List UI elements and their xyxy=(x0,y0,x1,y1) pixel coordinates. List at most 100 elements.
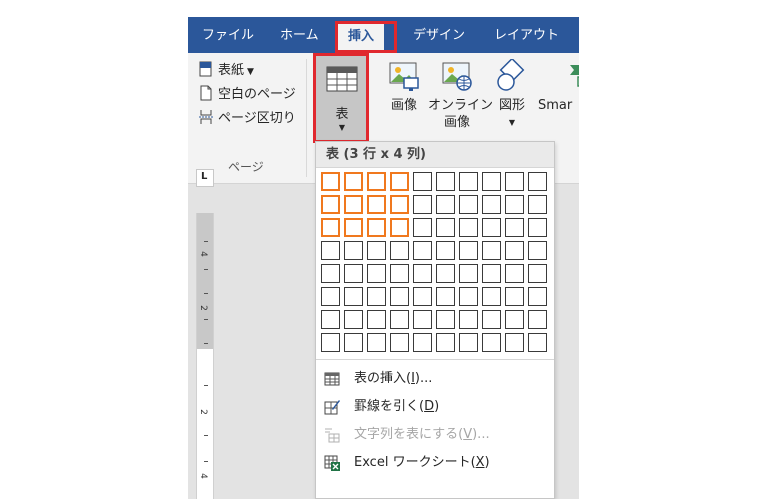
page-break-button[interactable]: ページ区切り xyxy=(198,109,296,129)
table-grid-cell[interactable] xyxy=(505,241,524,260)
table-grid-cell[interactable] xyxy=(413,195,432,214)
table-grid-cell[interactable] xyxy=(344,287,363,306)
table-grid-cell[interactable] xyxy=(344,241,363,260)
table-grid-cell[interactable] xyxy=(436,218,455,237)
table-grid-cell[interactable] xyxy=(459,310,478,329)
table-grid-cell[interactable] xyxy=(482,310,501,329)
table-grid-cell[interactable] xyxy=(413,333,432,352)
table-grid-cell[interactable] xyxy=(505,195,524,214)
table-grid-cell[interactable] xyxy=(321,264,340,283)
table-grid-cell[interactable] xyxy=(390,218,409,237)
blank-page-button[interactable]: 空白のページ xyxy=(198,85,296,105)
tab-design[interactable]: デザイン xyxy=(413,17,465,53)
menu-text: Excel ワークシート( xyxy=(354,455,476,470)
table-grid-cell[interactable] xyxy=(528,310,547,329)
table-button[interactable]: 表 ▼ xyxy=(316,55,368,141)
table-grid-cell[interactable] xyxy=(482,195,501,214)
table-grid-cell[interactable] xyxy=(436,333,455,352)
table-grid-cell[interactable] xyxy=(413,241,432,260)
table-grid-cell[interactable] xyxy=(482,172,501,191)
table-grid-cell[interactable] xyxy=(436,195,455,214)
table-grid-cell[interactable] xyxy=(505,218,524,237)
ruler-tab-selector[interactable]: L xyxy=(196,169,214,187)
table-grid-cell[interactable] xyxy=(436,241,455,260)
table-grid-cell[interactable] xyxy=(390,264,409,283)
table-grid-cell[interactable] xyxy=(436,172,455,191)
table-grid-cell[interactable] xyxy=(413,264,432,283)
table-grid-cell[interactable] xyxy=(482,287,501,306)
excel-worksheet-menu-item[interactable]: Excel ワークシート(X) xyxy=(316,450,554,476)
table-grid-cell[interactable] xyxy=(390,310,409,329)
table-grid-cell[interactable] xyxy=(459,264,478,283)
table-grid-cell[interactable] xyxy=(367,172,386,191)
online-pictures-button[interactable]: オンライン 画像 xyxy=(428,59,493,131)
table-grid-cell[interactable] xyxy=(528,195,547,214)
table-grid-cell[interactable] xyxy=(344,310,363,329)
table-grid-cell[interactable] xyxy=(436,287,455,306)
table-grid-cell[interactable] xyxy=(321,333,340,352)
table-grid-cell[interactable] xyxy=(482,241,501,260)
table-grid-cell[interactable] xyxy=(505,172,524,191)
table-grid-cell[interactable] xyxy=(390,241,409,260)
table-grid-cell[interactable] xyxy=(413,287,432,306)
table-grid-cell[interactable] xyxy=(482,264,501,283)
cover-page-button[interactable]: 表紙 ▼ xyxy=(198,61,254,81)
table-grid-cell[interactable] xyxy=(321,310,340,329)
table-grid-cell[interactable] xyxy=(367,218,386,237)
table-grid-cell[interactable] xyxy=(367,241,386,260)
tab-home[interactable]: ホーム xyxy=(280,17,319,53)
table-grid-cell[interactable] xyxy=(413,172,432,191)
shapes-button[interactable]: 図形 ▼ xyxy=(492,59,532,131)
table-grid-cell[interactable] xyxy=(367,264,386,283)
table-grid-cell[interactable] xyxy=(390,333,409,352)
table-grid-cell[interactable] xyxy=(390,172,409,191)
table-grid-cell[interactable] xyxy=(367,310,386,329)
table-grid-cell[interactable] xyxy=(413,218,432,237)
table-grid-cell[interactable] xyxy=(482,218,501,237)
tab-layout[interactable]: レイアウト xyxy=(494,17,559,53)
table-grid-cell[interactable] xyxy=(390,195,409,214)
table-grid-cell[interactable] xyxy=(505,333,524,352)
table-grid-cell[interactable] xyxy=(459,195,478,214)
table-grid-cell[interactable] xyxy=(321,241,340,260)
table-grid-cell[interactable] xyxy=(344,172,363,191)
table-grid-cell[interactable] xyxy=(459,287,478,306)
dropdown-caret-icon: ▼ xyxy=(247,67,254,77)
table-grid-cell[interactable] xyxy=(459,241,478,260)
table-grid-cell[interactable] xyxy=(367,333,386,352)
table-grid-cell[interactable] xyxy=(367,287,386,306)
table-grid-cell[interactable] xyxy=(321,195,340,214)
table-grid-cell[interactable] xyxy=(528,333,547,352)
table-grid-cell[interactable] xyxy=(459,333,478,352)
insert-table-menu-item[interactable]: 表の挿入(I)... xyxy=(316,366,554,392)
table-grid-cell[interactable] xyxy=(344,264,363,283)
table-grid-cell[interactable] xyxy=(505,310,524,329)
table-grid-cell[interactable] xyxy=(344,333,363,352)
table-grid-cell[interactable] xyxy=(321,172,340,191)
tab-insert[interactable]: 挿入 xyxy=(338,22,385,53)
table-grid-cell[interactable] xyxy=(321,218,340,237)
table-grid-cell[interactable] xyxy=(321,287,340,306)
smartart-label: Smar xyxy=(538,98,573,113)
table-grid-cell[interactable] xyxy=(459,172,478,191)
table-grid-cell[interactable] xyxy=(436,264,455,283)
table-grid-cell[interactable] xyxy=(390,287,409,306)
table-grid-cell[interactable] xyxy=(528,218,547,237)
table-grid-cell[interactable] xyxy=(505,264,524,283)
draw-table-menu-item[interactable]: 罫線を引く(D) xyxy=(316,394,554,420)
table-grid-cell[interactable] xyxy=(528,264,547,283)
smartart-button[interactable]: Smar xyxy=(538,59,579,114)
table-grid-cell[interactable] xyxy=(528,172,547,191)
table-grid-cell[interactable] xyxy=(528,241,547,260)
table-grid-cell[interactable] xyxy=(436,310,455,329)
table-grid-cell[interactable] xyxy=(367,195,386,214)
pictures-button[interactable]: 画像 xyxy=(384,59,424,114)
table-grid-cell[interactable] xyxy=(413,310,432,329)
table-grid-cell[interactable] xyxy=(459,218,478,237)
table-grid-cell[interactable] xyxy=(344,195,363,214)
table-grid-cell[interactable] xyxy=(482,333,501,352)
table-grid-cell[interactable] xyxy=(344,218,363,237)
tab-file[interactable]: ファイル xyxy=(202,17,254,53)
table-grid-cell[interactable] xyxy=(528,287,547,306)
table-grid-cell[interactable] xyxy=(505,287,524,306)
